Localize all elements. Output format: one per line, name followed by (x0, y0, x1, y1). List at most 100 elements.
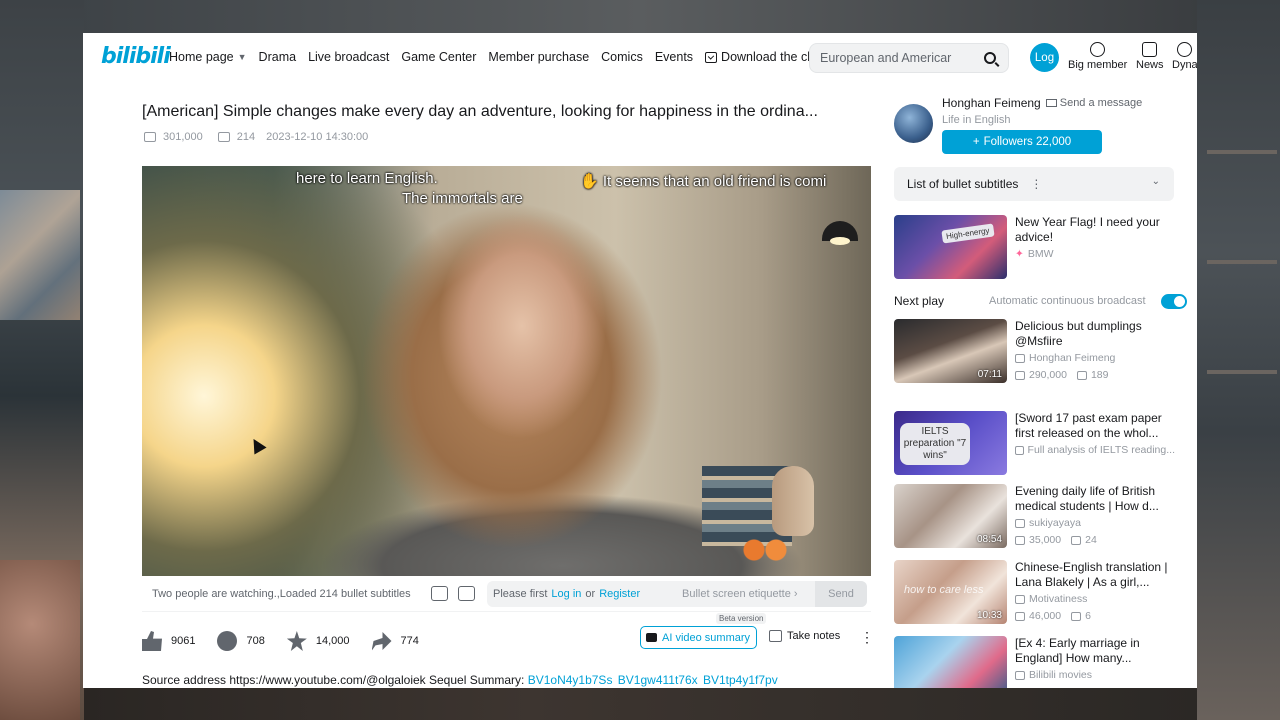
nav-member-purchase[interactable]: Member purchase (488, 50, 589, 64)
search-icon[interactable] (984, 52, 996, 64)
register-link[interactable]: Register (599, 588, 640, 600)
follow-button[interactable]: + Followers 22,000 (942, 130, 1102, 154)
video-duration: 07:11 (977, 369, 1002, 380)
thumbs-up-icon: ✋ (580, 173, 599, 190)
danmaku-input-prompt: Please first (493, 588, 548, 600)
big-member-button[interactable]: Big member (1068, 42, 1127, 71)
main-nav: Home page ▼ Drama Live broadcast Game Cen… (169, 50, 842, 64)
uploader-line[interactable]: Motivatiness (1015, 593, 1175, 605)
action-row: 9061 708 14,000 774 Beta version AI vide… (142, 613, 874, 656)
favorite-count: 14,000 (315, 635, 350, 647)
dynamic-button[interactable]: Dyna (1172, 42, 1197, 71)
video-description: Source address https://www.youtube.com/@… (142, 673, 780, 687)
danmaku-input[interactable]: Please first Log in or Register Bullet s… (487, 581, 867, 607)
danmaku-toggle-icon[interactable] (430, 586, 448, 601)
bullet-list-panel[interactable]: List of bullet subtitles ⋮ ⌄ (894, 167, 1174, 201)
dynamic-label: Dyna (1172, 59, 1197, 71)
more-vertical-icon[interactable]: ⋮ (1030, 177, 1042, 191)
more-options-icon[interactable]: ⋮ (860, 629, 874, 646)
top-nav-bar: bilibili Home page ▼ Drama Live broadcast… (83, 33, 1197, 83)
video-thumbnail[interactable]: 08:54 (894, 484, 1007, 548)
video-thumbnail[interactable]: how to care less 10:33 (894, 560, 1007, 624)
download-icon (705, 51, 718, 63)
danmaku-icon (1071, 611, 1082, 621)
uploader-avatar[interactable] (894, 104, 933, 143)
danmaku-line: ✋ It seems that an old friend is comi (580, 172, 826, 190)
background-pillow (0, 560, 80, 720)
background-left (0, 0, 84, 720)
nav-game-center[interactable]: Game Center (401, 50, 476, 64)
ad-icon: ✦ (1015, 248, 1024, 260)
uploader-name[interactable]: Honghan Feimeng (942, 96, 1041, 110)
video-card-title[interactable]: Chinese-English translation | Lana Blake… (1015, 560, 1175, 590)
ai-summary-button[interactable]: AI video summary (640, 626, 758, 649)
nav-drama[interactable]: Drama (259, 50, 297, 64)
send-message-link[interactable]: Send a message (1045, 97, 1142, 109)
big-member-label: Big member (1068, 59, 1128, 71)
like-button[interactable]: 9061 (142, 631, 195, 651)
watching-status: Two people are watching.,Loaded 214 bull… (152, 587, 411, 600)
video-card-title[interactable]: [Ex 4: Early marriage in England] How ma… (1015, 636, 1175, 666)
favorite-button[interactable]: 14,000 (286, 631, 350, 651)
nav-live[interactable]: Live broadcast (308, 50, 389, 64)
autoplay-toggle[interactable] (1161, 294, 1187, 309)
star-icon (286, 631, 307, 651)
like-count: 9061 (171, 635, 196, 647)
video-card-title[interactable]: Delicious but dumplings @Msfiire (1015, 319, 1175, 349)
mouse-cursor-icon (247, 435, 267, 455)
login-avatar[interactable]: Log (1030, 43, 1059, 72)
search-box (809, 43, 1009, 73)
danmaku-settings-icon[interactable] (457, 586, 475, 601)
ad-title[interactable]: New Year Flag! I need your advice! (1015, 215, 1175, 245)
video-thumbnail[interactable] (894, 636, 1007, 688)
bv-link[interactable]: BV1oN4y1b7Ss (528, 673, 613, 687)
share-count: 774 (400, 635, 419, 647)
recommend-card[interactable]: how to care less 10:33 Chinese-English tr… (894, 560, 1184, 626)
search-input[interactable] (820, 51, 970, 65)
recommend-card[interactable]: IELTS preparation "7 wins" [Sword 17 pas… (894, 411, 1184, 477)
bullet-etiquette-link[interactable]: Bullet screen etiquette › (682, 588, 798, 600)
up-name: Motivatiness (1029, 593, 1088, 605)
take-notes-button[interactable]: Take notes (769, 630, 840, 642)
uploader-line[interactable]: Honghan Feimeng (1015, 352, 1175, 364)
video-thumbnail[interactable]: IELTS preparation "7 wins" (894, 411, 1007, 475)
next-play-header: Next play Automatic continuous broadcast (894, 294, 1187, 309)
send-button[interactable]: Send (815, 581, 867, 607)
recommend-card[interactable]: 08:54 Evening daily life of British medi… (894, 484, 1184, 550)
video-card-title[interactable]: [Sword 17 past exam paper first released… (1015, 411, 1175, 441)
danmaku-icon (1076, 370, 1087, 380)
share-button[interactable]: 774 (371, 631, 419, 651)
recommend-card[interactable]: 07:11 Delicious but dumplings @Msfiire H… (894, 319, 1184, 385)
autoplay-label: Automatic continuous broadcast (989, 295, 1146, 307)
nav-comics[interactable]: Comics (601, 50, 643, 64)
nav-home[interactable]: Home page ▼ (169, 50, 247, 64)
nav-events[interactable]: Events (655, 50, 693, 64)
video-player[interactable]: here to learn English. The immortals are… (142, 166, 871, 576)
ad-card[interactable]: High-energy New Year Flag! I need your a… (894, 215, 1184, 281)
coin-icon (217, 631, 238, 651)
chevron-down-icon[interactable]: ⌄ (1152, 176, 1160, 187)
bv-link[interactable]: BV1tp4y1f7pv (703, 673, 778, 687)
bv-link[interactable]: BV1gw411t76x (618, 673, 698, 687)
video-meta: 301,000 214 2023-12-10 14:30:00 (144, 131, 368, 143)
video-thumbnail[interactable]: 07:11 (894, 319, 1007, 383)
uploader-line[interactable]: sukiyayaya (1015, 517, 1175, 529)
up-icon (1015, 518, 1025, 528)
site-logo[interactable]: bilibili (101, 44, 171, 69)
view-count: 301,000 (163, 131, 203, 143)
bullet-list-label: List of bullet subtitles (907, 177, 1019, 191)
video-stats: 46,000 6 (1015, 610, 1091, 622)
video-card-title[interactable]: Evening daily life of British medical st… (1015, 484, 1175, 514)
news-button[interactable]: News (1136, 42, 1164, 71)
uploader-line[interactable]: Bilibili movies (1015, 669, 1175, 681)
recommend-card[interactable]: [Ex 4: Early marriage in England] How ma… (894, 636, 1184, 688)
background-shelf (1207, 150, 1277, 154)
play-icon (1015, 370, 1025, 380)
ad-thumbnail[interactable]: High-energy (894, 215, 1007, 279)
background-shelf (1207, 370, 1277, 374)
view-count: 46,000 (1029, 610, 1062, 622)
coin-button[interactable]: 708 (217, 631, 265, 651)
uploader-line[interactable]: Full analysis of IELTS reading... (1015, 444, 1175, 456)
up-name: sukiyayaya (1029, 517, 1081, 529)
login-link[interactable]: Log in (551, 588, 581, 600)
